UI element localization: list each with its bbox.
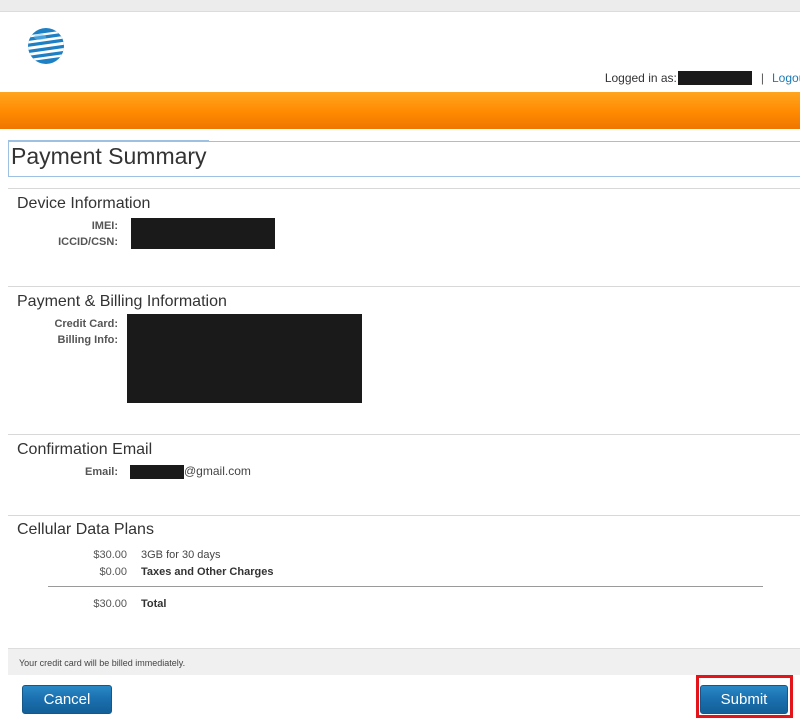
payment-billing-section: Payment & Billing Information Credit Car…: [8, 286, 800, 434]
plan-description: 3GB for 30 days: [141, 549, 221, 561]
separator: |: [760, 71, 764, 85]
login-status: Logged in as: | Logout: [605, 71, 800, 85]
billing-notice: Your credit card will be billed immediat…: [19, 658, 186, 668]
redacted-payment-details: [127, 314, 362, 403]
page-title-box: Payment Summary: [8, 140, 800, 177]
imei-label: IMEI:: [91, 220, 118, 232]
site-header: Logged in as: | Logout: [0, 12, 800, 92]
cellular-data-plans-title: Cellular Data Plans: [17, 521, 154, 538]
plan-amount: $30.00: [93, 549, 127, 561]
billing-info-label: Billing Info:: [57, 334, 118, 346]
cellular-data-plans-section: Cellular Data Plans $30.00 3GB for 30 da…: [8, 515, 800, 648]
total-divider: [48, 586, 763, 587]
total-label: Total: [141, 598, 167, 610]
logout-link[interactable]: Logout: [772, 71, 800, 85]
total-amount: $30.00: [93, 598, 127, 610]
device-information-title: Device Information: [17, 195, 151, 212]
iccid-label: ICCID/CSN:: [58, 236, 118, 248]
page-title: Payment Summary: [11, 143, 207, 169]
taxes-description: Taxes and Other Charges: [141, 566, 274, 578]
redacted-username: [677, 71, 752, 85]
att-globe-icon[interactable]: [26, 26, 66, 66]
billing-notice-bar: Your credit card will be billed immediat…: [8, 648, 800, 675]
credit-card-label: Credit Card:: [54, 318, 118, 330]
email-domain: @gmail.com: [184, 464, 251, 478]
submit-button[interactable]: Submit: [700, 685, 788, 714]
email-label: Email:: [84, 466, 118, 478]
cancel-button[interactable]: Cancel: [22, 685, 112, 714]
orange-nav-bar: [0, 92, 800, 129]
taxes-amount: $0.00: [99, 566, 127, 578]
payment-billing-title: Payment & Billing Information: [17, 293, 227, 310]
logged-in-label: Logged in as:: [604, 71, 677, 85]
confirmation-email-title: Confirmation Email: [17, 441, 153, 458]
device-information-section: Device Information IMEI: ICCID/CSN:: [8, 188, 800, 286]
redacted-device-ids: [131, 218, 275, 249]
browser-top-strip: [0, 0, 800, 12]
confirmation-email-section: Confirmation Email Email: @gmail.com: [8, 434, 800, 515]
redacted-email-user: [130, 465, 184, 479]
